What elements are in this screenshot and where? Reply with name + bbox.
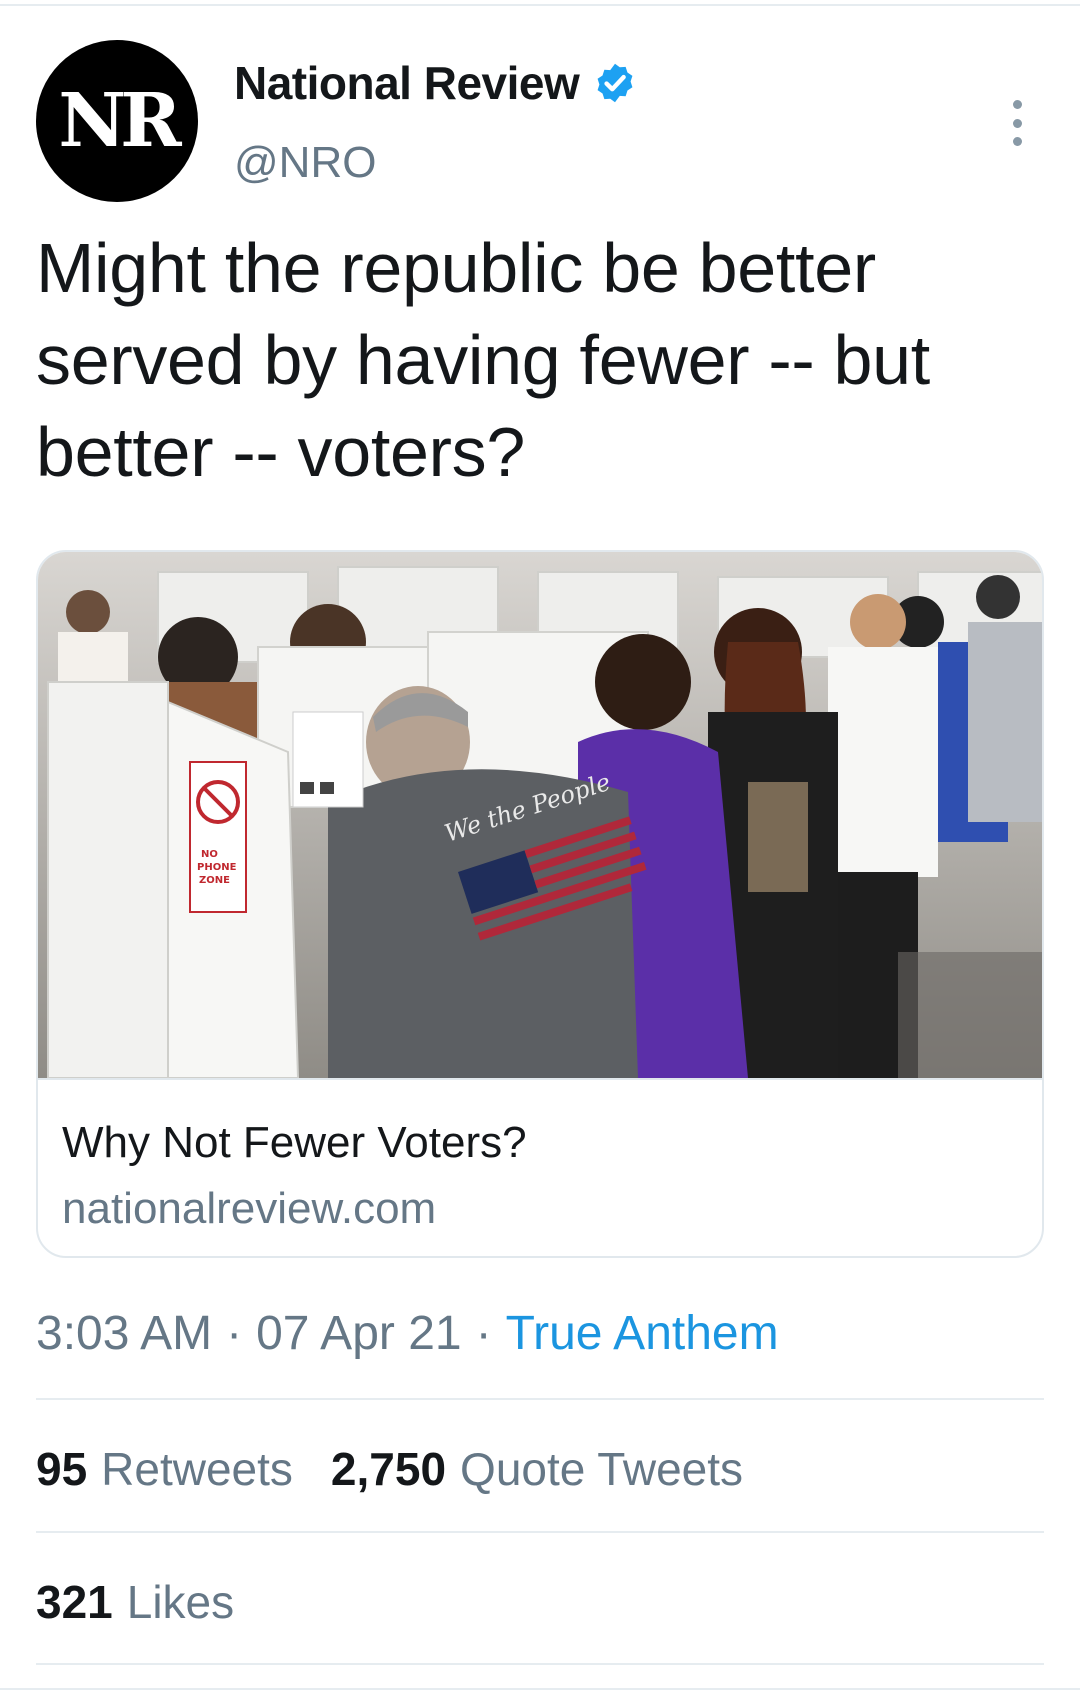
tweet-text: Might the republic be better served by h… xyxy=(36,229,930,491)
retweets-stat[interactable]: 95 Retweets xyxy=(36,1442,293,1496)
retweets-count: 95 xyxy=(36,1443,88,1495)
likes-stats-row: 321 Likes xyxy=(36,1575,272,1629)
divider xyxy=(36,1531,1044,1533)
tweet-time[interactable]: 3:03 AM xyxy=(36,1306,212,1361)
divider xyxy=(36,1663,1044,1665)
display-name[interactable]: National Review xyxy=(234,56,580,110)
quote-tweets-label: Quote Tweets xyxy=(460,1443,744,1495)
handle[interactable]: @NRO xyxy=(234,138,376,188)
quote-tweets-stat[interactable]: 2,750 Quote Tweets xyxy=(331,1442,743,1496)
svg-text:PHONE: PHONE xyxy=(197,862,237,873)
likes-stat[interactable]: 321 Likes xyxy=(36,1575,234,1629)
divider xyxy=(36,1398,1044,1400)
engagement-stats-row: 95 Retweets 2,750 Quote Tweets xyxy=(36,1442,781,1496)
top-divider xyxy=(0,4,1080,6)
svg-text:NO: NO xyxy=(201,849,218,860)
card-title[interactable]: Why Not Fewer Voters? xyxy=(62,1118,527,1168)
svg-text:ZONE: ZONE xyxy=(199,875,230,886)
likes-label: Likes xyxy=(126,1576,235,1628)
verified-badge-icon xyxy=(593,61,637,105)
card-domain: nationalreview.com xyxy=(62,1184,437,1233)
tweet-source-link[interactable]: True Anthem xyxy=(506,1306,779,1361)
tweet-detail-page: NR National Review @NRO Might the republ… xyxy=(0,0,1080,1692)
quote-tweets-count: 2,750 xyxy=(330,1443,447,1495)
tweet-date[interactable]: 07 Apr 21 xyxy=(256,1306,462,1361)
meta-separator: · xyxy=(475,1307,492,1360)
author-name-row: National Review xyxy=(234,56,637,110)
avatar[interactable]: NR xyxy=(36,40,198,202)
meta-separator: · xyxy=(226,1307,243,1360)
tweet-meta: 3:03 AM · 07 Apr 21 · True Anthem xyxy=(36,1306,779,1361)
link-card[interactable]: We the People NO PHONE ZONE Why Not Fewe… xyxy=(36,550,1044,1258)
card-image: We the People NO PHONE ZONE xyxy=(38,552,1042,1078)
card-divider xyxy=(38,1078,1042,1080)
bottom-divider xyxy=(0,1688,1080,1690)
retweets-label: Retweets xyxy=(101,1443,293,1495)
more-vertical-icon[interactable] xyxy=(1002,100,1032,146)
likes-count: 321 xyxy=(36,1576,113,1628)
